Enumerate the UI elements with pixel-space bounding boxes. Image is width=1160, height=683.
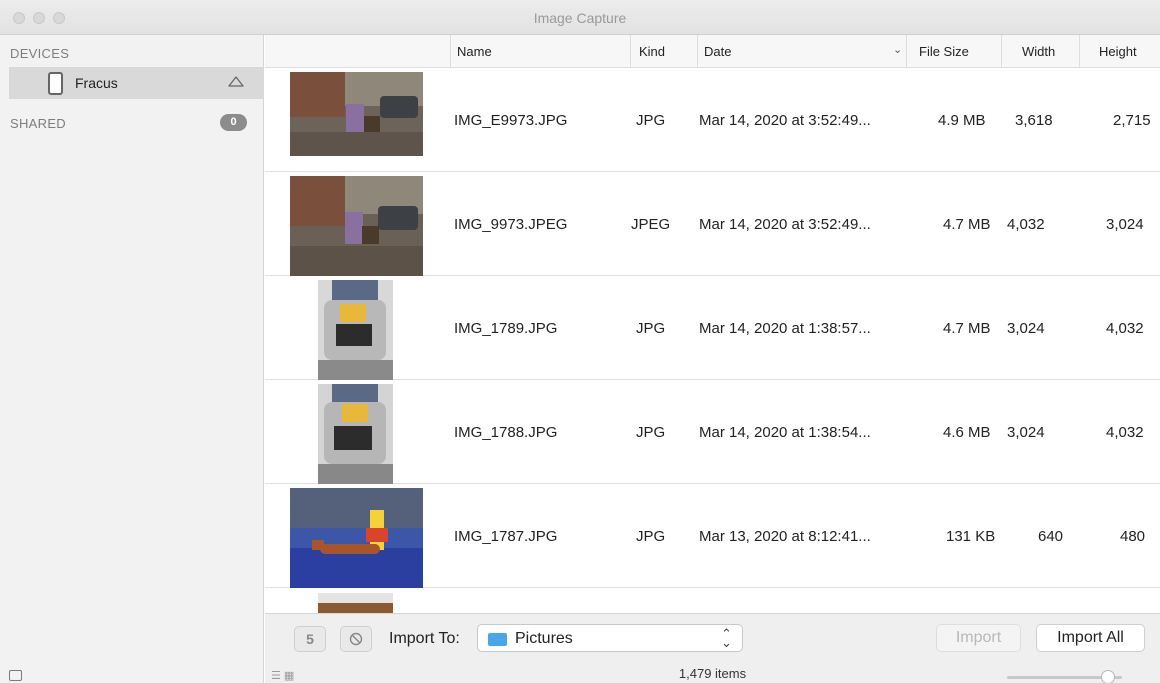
file-size-column-header[interactable]: File Size — [906, 35, 1001, 68]
width-column-header[interactable]: Width — [1001, 35, 1079, 68]
thumbnail-column-header — [265, 35, 450, 68]
height-column-header[interactable]: Height — [1079, 35, 1160, 68]
devices-header: DEVICES — [10, 46, 70, 61]
photo-thumbnail — [318, 384, 393, 484]
table-row[interactable]: IMG_1788.JPG JPG Mar 14, 2020 at 1:38:54… — [265, 380, 1160, 484]
photo-thumbnail — [318, 280, 393, 380]
chevron-down-icon: ⌄ — [893, 44, 903, 56]
file-height: 4,032 — [1106, 320, 1144, 337]
file-height: 2,715 — [1113, 112, 1151, 129]
file-kind: JPEG — [631, 216, 671, 233]
file-name: IMG_1787.JPG — [454, 528, 558, 545]
file-size: 131 KB — [946, 528, 996, 545]
file-width: 3,618 — [1015, 112, 1053, 129]
column-header: Name Kind Date ⌄ File Size Width Height — [265, 35, 1160, 68]
table-row[interactable]: IMG_1789.JPG JPG Mar 14, 2020 at 1:38:57… — [265, 276, 1160, 380]
slider-knob[interactable] — [1101, 670, 1115, 683]
file-size: 4.6 MB — [943, 424, 991, 441]
eject-icon[interactable] — [227, 74, 245, 88]
folder-icon — [488, 633, 507, 646]
shared-count-badge: 0 — [220, 114, 247, 131]
file-date: Mar 14, 2020 at 1:38:57... — [699, 320, 871, 337]
file-kind: JPG — [636, 424, 666, 441]
prohibited-icon — [349, 632, 363, 646]
file-name: IMG_9973.JPEG — [454, 216, 568, 233]
table-row[interactable] — [265, 588, 1160, 613]
file-name: IMG_1789.JPG — [454, 320, 558, 337]
kind-column-header[interactable]: Kind — [630, 35, 697, 68]
file-size: 4.7 MB — [943, 216, 991, 233]
file-width: 4,032 — [1007, 216, 1045, 233]
device-name: Fracus — [75, 75, 118, 91]
file-height: 3,024 — [1106, 216, 1144, 233]
import-button[interactable]: Import — [936, 624, 1021, 652]
file-width: 640 — [1038, 528, 1064, 545]
table-row[interactable]: IMG_1787.JPG JPG Mar 13, 2020 at 8:12:41… — [265, 484, 1160, 588]
rotate-button[interactable]: 5 — [294, 626, 326, 652]
title-bar: Image Capture — [0, 0, 1160, 35]
photo-thumbnail — [290, 72, 423, 156]
sidebar: DEVICES Fracus SHARED 0 — [0, 35, 264, 683]
file-date: Mar 14, 2020 at 1:38:54... — [699, 424, 871, 441]
file-height: 480 — [1120, 528, 1146, 545]
file-date: Mar 14, 2020 at 3:52:49... — [699, 216, 871, 233]
chevron-updown-icon: ⌃ ⌄ — [721, 626, 732, 650]
file-kind: JPG — [636, 528, 666, 545]
delete-button[interactable] — [340, 626, 372, 652]
file-kind: JPG — [636, 320, 666, 337]
file-list: IMG_E9973.JPG JPG Mar 14, 2020 at 3:52:4… — [265, 68, 1160, 613]
shared-header: SHARED — [10, 116, 66, 131]
file-name: IMG_1788.JPG — [454, 424, 558, 441]
table-row[interactable]: IMG_E9973.JPG JPG Mar 14, 2020 at 3:52:4… — [265, 68, 1160, 172]
photo-thumbnail — [318, 593, 393, 613]
file-width: 3,024 — [1007, 424, 1045, 441]
file-kind: JPG — [636, 112, 666, 129]
photo-thumbnail — [290, 176, 423, 276]
iphone-icon — [48, 72, 63, 95]
table-row[interactable]: IMG_9973.JPEG JPEG Mar 14, 2020 at 3:52:… — [265, 172, 1160, 276]
image-capture-window: Image Capture DEVICES Fracus SHARED 0 Na… — [0, 0, 1160, 683]
import-destination-value: Pictures — [515, 630, 573, 647]
import-destination-select[interactable]: Pictures ⌃ ⌄ — [477, 624, 743, 652]
sidebar-toggle-icon[interactable] — [9, 670, 22, 681]
name-column-header[interactable]: Name — [450, 35, 630, 68]
bottom-toolbar: 5 Import To: Pictures ⌃ ⌄ Import Import A… — [265, 613, 1160, 683]
file-date: Mar 13, 2020 at 8:12:41... — [699, 528, 871, 545]
file-size: 4.7 MB — [943, 320, 991, 337]
file-size: 4.9 MB — [938, 112, 986, 129]
import-to-label: Import To: — [389, 630, 460, 647]
date-column-header[interactable]: Date — [697, 35, 906, 68]
file-width: 3,024 — [1007, 320, 1045, 337]
file-date: Mar 14, 2020 at 3:52:49... — [699, 112, 871, 129]
window-title: Image Capture — [533, 10, 627, 26]
photo-thumbnail — [290, 488, 423, 588]
sidebar-item-device[interactable]: Fracus — [9, 67, 264, 99]
main-content: Name Kind Date ⌄ File Size Width Height — [265, 35, 1160, 683]
file-name: IMG_E9973.JPG — [454, 112, 568, 129]
import-all-button[interactable]: Import All — [1036, 624, 1145, 652]
file-height: 4,032 — [1106, 424, 1144, 441]
